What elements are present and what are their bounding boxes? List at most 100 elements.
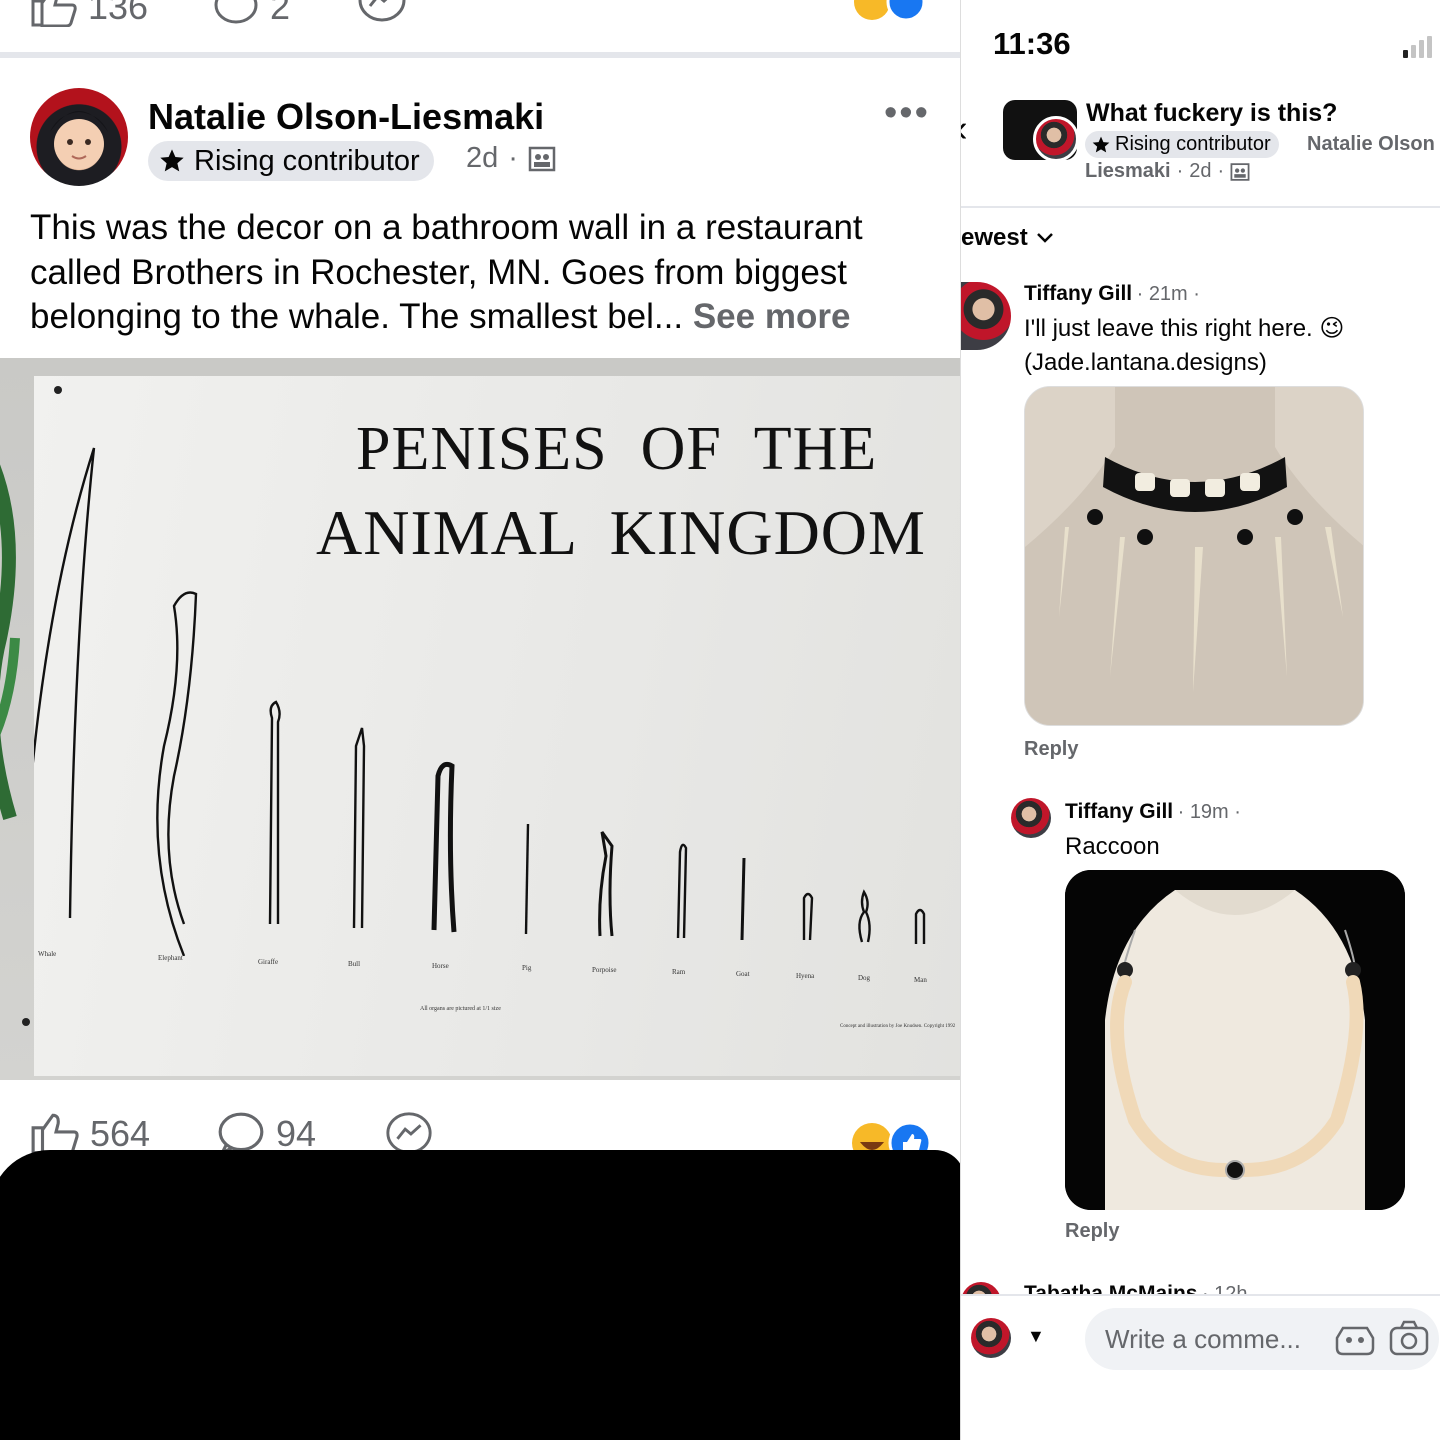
reaction-icons: [850, 0, 934, 27]
porpoise-drawing: [598, 831, 614, 937]
comment-header: Tiffany Gill · 21m ·: [1024, 282, 1200, 305]
like-count: 564: [90, 1113, 151, 1154]
label-pig: Pig: [522, 964, 532, 972]
author-name[interactable]: Natalie Olson: [1307, 133, 1435, 156]
right-panel: 11:36 ‹ What fuckery is this? Rising con…: [960, 0, 1440, 1440]
comment-image-choker[interactable]: [1024, 386, 1364, 726]
comment-input[interactable]: Write a comme...: [1085, 1308, 1439, 1370]
haha-like-reaction-icon: [854, 0, 926, 22]
comment-time: 19m: [1189, 801, 1229, 823]
like-count: 136: [88, 0, 149, 27]
label-ram: Ram: [672, 968, 686, 976]
label-whale: Whale: [38, 950, 57, 958]
comment-count: 2: [270, 0, 291, 27]
specimen-drawings: [34, 447, 926, 956]
post-age[interactable]: 2d: [466, 142, 498, 175]
meta-separator: ·: [1176, 160, 1184, 182]
author-avatar[interactable]: [30, 88, 128, 186]
comment-line-2: (Jade.lantana.designs): [1024, 349, 1267, 376]
giraffe-drawing: [268, 700, 281, 925]
poster: PENISES OF THE ANIMAL KINGDOM Whale Elep…: [22, 376, 960, 1076]
commenter-name[interactable]: Tiffany Gill: [1024, 282, 1132, 305]
post-meta: 2d ·: [466, 142, 556, 175]
raccoon-necklace-image: [1065, 870, 1405, 1210]
choker-necklace-image: [1025, 387, 1363, 725]
pin-top-left: [54, 386, 62, 394]
comment-line-1: Raccoon: [1065, 833, 1160, 860]
see-more-link[interactable]: See more: [693, 297, 851, 336]
signal-icon: [1403, 36, 1432, 58]
man-drawing: [914, 908, 926, 944]
meta-separator: ·: [508, 142, 518, 174]
chevron-down-icon: [1036, 233, 1053, 243]
left-panel: 136 2 Natalie Olson-Liesmaki Rising cont…: [0, 0, 960, 1440]
comment-header: Tiffany Gill · 19m ·: [1065, 800, 1241, 823]
whale-drawing: [34, 447, 96, 919]
label-bull: Bull: [348, 960, 361, 968]
plant-leaves: [0, 398, 30, 958]
poster-credit: Concept and illustration by Joe Knudsen.…: [840, 1024, 956, 1029]
messenger-share-button[interactable]: [356, 0, 408, 29]
more-options-icon[interactable]: •••: [884, 92, 930, 135]
reply-button[interactable]: Reply: [1024, 738, 1078, 761]
label-giraffe: Giraffe: [258, 958, 279, 966]
label-horse: Horse: [432, 962, 449, 970]
post-divider: [0, 52, 960, 58]
sort-dropdown[interactable]: ewest: [961, 224, 1054, 252]
elephant-drawing: [156, 591, 198, 956]
camera-icon[interactable]: [1389, 1320, 1429, 1356]
rising-contributor-badge[interactable]: Rising contributor: [148, 141, 434, 181]
label-man: Man: [914, 976, 927, 984]
group-privacy-icon: [1230, 162, 1250, 181]
ram-drawing: [676, 843, 688, 939]
comment-time: 12h: [1214, 1283, 1248, 1294]
avatar-face-icon: [50, 111, 108, 169]
compose-divider: [961, 1294, 1440, 1296]
author-name-continued[interactable]: Liesmaki: [1085, 160, 1171, 183]
commenter-avatar[interactable]: [961, 282, 1011, 350]
post-age: 2d: [1189, 160, 1212, 182]
reply-button[interactable]: Reply: [1065, 1220, 1119, 1243]
label-hyena: Hyena: [796, 972, 815, 980]
comment-icon: [214, 0, 258, 24]
badge-label: Rising contributor: [194, 144, 420, 177]
commenter-name[interactable]: Tiffany Gill: [1065, 800, 1173, 823]
commenter-avatar[interactable]: [961, 1282, 1001, 1294]
meta-separator-2: ·: [1217, 160, 1225, 182]
label-porpoise: Porpoise: [592, 966, 617, 974]
comment-image-raccoon-necklace[interactable]: [1065, 870, 1405, 1210]
label-elephant: Elephant: [158, 954, 183, 962]
composer-avatar[interactable]: [971, 1318, 1011, 1358]
label-dog: Dog: [858, 974, 871, 982]
commenter-avatar[interactable]: [1011, 798, 1051, 838]
next-comment-header: Tabatha McMains · 12h: [1024, 1282, 1248, 1294]
poster-footnote: All organs are pictured at 1/1 size: [420, 1006, 501, 1012]
pig-drawing: [524, 823, 530, 935]
author-avatar-small[interactable]: [1033, 116, 1079, 162]
redacted-area: [0, 1150, 960, 1440]
rising-contributor-badge[interactable]: Rising contributor: [1085, 131, 1279, 158]
status-time: 11:36: [993, 26, 1071, 61]
messenger-icon: [358, 0, 406, 22]
like-button[interactable]: 136: [30, 0, 148, 28]
author-name[interactable]: Natalie Olson-Liesmaki: [148, 96, 544, 138]
thumbs-up-icon: [31, 0, 77, 27]
post-text: This was the decor on a bathroom wall in…: [30, 206, 935, 340]
comment-line-1: I'll just leave this right here. 😉: [1024, 315, 1345, 342]
badge-label: Rising contributor: [1115, 133, 1271, 155]
star-icon: [1092, 136, 1110, 152]
back-arrow-icon[interactable]: ‹: [961, 108, 968, 151]
next-comment-preview: Tabatha McMains · 12h: [961, 1274, 1440, 1294]
star-icon: [160, 149, 184, 172]
post-photo[interactable]: PENISES OF THE ANIMAL KINGDOM Whale Elep…: [0, 358, 960, 1080]
comment-time: 21m: [1148, 283, 1188, 305]
pin-bottom-left: [22, 1018, 30, 1026]
comment-button[interactable]: 2: [212, 0, 290, 28]
goat-drawing: [740, 857, 746, 941]
horse-drawing: [431, 761, 457, 933]
sort-label: ewest: [961, 224, 1028, 251]
commenter-name[interactable]: Tabatha McMains: [1024, 1282, 1197, 1294]
avatar-sticker-icon[interactable]: [1335, 1322, 1375, 1356]
caret-down-icon[interactable]: ▼: [1027, 1326, 1045, 1347]
comment-placeholder: Write a comme...: [1105, 1324, 1302, 1354]
